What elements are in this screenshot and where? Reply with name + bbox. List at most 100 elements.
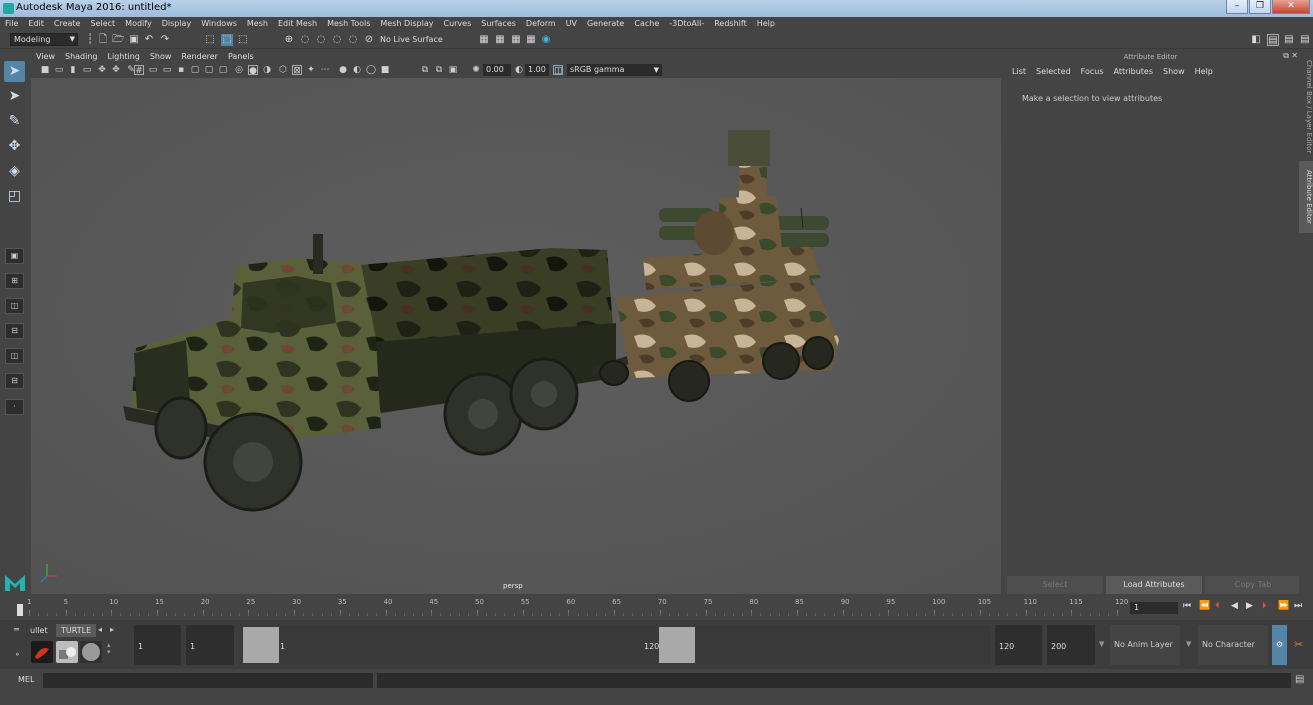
color-space-dropdown[interactable]: sRGB gamma ▼ xyxy=(567,64,662,76)
ae-menu-help[interactable]: Help xyxy=(1190,66,1218,78)
wireframe-on-shaded-icon[interactable]: ◑ xyxy=(262,65,272,75)
menu-edit-mesh[interactable]: Edit Mesh xyxy=(273,17,322,31)
xray-components-icon[interactable]: ▣ xyxy=(448,65,458,75)
render-settings-icon[interactable]: ▦ xyxy=(510,34,522,46)
turtle-bake-icon[interactable] xyxy=(56,641,78,663)
menu-file[interactable]: File xyxy=(0,17,23,31)
menu-mesh-display[interactable]: Mesh Display xyxy=(375,17,438,31)
menu-curves[interactable]: Curves xyxy=(438,17,476,31)
tab-channel-box[interactable]: Channel Box / Layer Editor xyxy=(1299,57,1313,157)
tool-settings-icon[interactable]: ▤ xyxy=(1283,34,1295,46)
isolate-select-icon[interactable]: ■ xyxy=(380,65,390,75)
menu-generate[interactable]: Generate xyxy=(582,17,629,31)
pan-zoom-icon[interactable]: ✥ xyxy=(111,65,121,75)
panel-menu-panels[interactable]: Panels xyxy=(223,51,259,63)
hypershade-persp-layout-icon[interactable]: ◫ xyxy=(5,348,24,364)
menu-mesh[interactable]: Mesh xyxy=(242,17,273,31)
menu-3dtoall[interactable]: -3DtoAll- xyxy=(664,17,709,31)
ae-menu-list[interactable]: List xyxy=(1007,66,1031,78)
use-all-lights-icon[interactable]: ⊠ xyxy=(292,65,302,76)
channel-box-icon[interactable]: ▤ xyxy=(1299,34,1311,46)
time-slider[interactable]: 1 5 10 15 20 25 30 35 40 45 50 55 60 65 70 75 80 85 90 95 10… xyxy=(26,598,1128,618)
bookmark-icon[interactable]: ▮ xyxy=(68,65,78,75)
mel-python-toggle[interactable]: MEL xyxy=(18,675,34,684)
snap-point-icon[interactable]: ◌ xyxy=(315,34,327,46)
shelf-options-icon[interactable]: ⚬ xyxy=(14,650,21,659)
field-chart-icon[interactable]: ▢ xyxy=(190,65,200,75)
show-grid-icon[interactable]: # xyxy=(134,65,144,76)
gate-mask-icon[interactable]: ▪ xyxy=(176,65,186,75)
play-forwards-icon[interactable]: ▶ xyxy=(1246,601,1253,611)
snap-live-icon[interactable]: ◌ xyxy=(347,34,359,46)
range-end-handle[interactable] xyxy=(659,627,695,663)
ae-menu-selected[interactable]: Selected xyxy=(1031,66,1076,78)
panel-menu-shading[interactable]: Shading xyxy=(60,51,103,63)
anim-layer-dropdown[interactable]: No Anim Layer xyxy=(1110,625,1180,665)
redo-icon[interactable]: ↷ xyxy=(159,34,171,46)
turtle-render-icon[interactable] xyxy=(31,641,53,663)
close-icon[interactable]: ✕ xyxy=(1291,51,1298,60)
close-button[interactable]: ✕ xyxy=(1272,0,1310,14)
depth-of-field-icon[interactable]: ◯ xyxy=(366,65,376,75)
select-object-icon[interactable]: ⬚ xyxy=(221,34,233,46)
four-view-layout-icon[interactable]: ⊞ xyxy=(5,273,24,289)
hypershade-icon[interactable]: ▦ xyxy=(525,34,537,46)
film-gate-icon[interactable]: ▭ xyxy=(148,65,158,75)
panel-menu-lighting[interactable]: Lighting xyxy=(102,51,144,63)
tab-attribute-editor[interactable]: Attribute Editor xyxy=(1299,161,1313,233)
playback-end-field[interactable]: 120 xyxy=(995,625,1042,665)
grid-icon[interactable]: ✥ xyxy=(97,65,107,75)
ae-menu-show[interactable]: Show xyxy=(1158,66,1190,78)
xray-icon[interactable]: ⧉ xyxy=(420,65,430,75)
script-editor-icon[interactable]: ▤ xyxy=(1295,674,1304,685)
view-transform-icon[interactable]: ◫ xyxy=(553,65,563,76)
shelf-scroll-icon[interactable]: ▴ ▾ xyxy=(107,642,111,656)
menu-uv[interactable]: UV xyxy=(561,17,582,31)
safe-action-icon[interactable]: ▢ xyxy=(204,65,214,75)
menu-windows[interactable]: Windows xyxy=(196,17,242,31)
render-view-icon[interactable]: ◉ xyxy=(540,34,552,46)
step-forward-key-icon[interactable]: ⏩ xyxy=(1278,601,1289,611)
textured-icon[interactable]: ⬡ xyxy=(278,65,288,75)
modeling-toolkit-icon[interactable]: ◧ xyxy=(1250,34,1262,46)
panel-menu-show[interactable]: Show xyxy=(145,51,177,63)
maximize-button[interactable]: ❐ xyxy=(1249,0,1271,14)
undo-icon[interactable]: ↶ xyxy=(143,34,155,46)
anti-aliasing-icon[interactable]: ◐ xyxy=(352,65,362,75)
ae-menu-attributes[interactable]: Attributes xyxy=(1109,66,1159,78)
copy-tab-button[interactable]: Copy Tab xyxy=(1205,576,1301,594)
menuset-dropdown[interactable]: Modeling ▼ xyxy=(10,33,78,46)
menu-select[interactable]: Select xyxy=(85,17,120,31)
command-input[interactable] xyxy=(43,673,373,688)
menu-deform[interactable]: Deform xyxy=(521,17,561,31)
ipr-render-icon[interactable]: ▦ xyxy=(494,34,506,46)
step-back-frame-icon[interactable]: ⏴ xyxy=(1215,601,1220,611)
camera-icon[interactable]: ■ xyxy=(40,65,50,75)
lasso-tool-icon[interactable]: ➤ xyxy=(4,86,25,107)
scale-tool-icon[interactable]: ◰ xyxy=(4,186,25,207)
single-perspective-layout-icon[interactable]: ▣ xyxy=(5,248,24,264)
exposure-field[interactable]: 0.00 xyxy=(483,64,511,76)
menu-cache[interactable]: Cache xyxy=(629,17,664,31)
camera-attributes-icon[interactable]: ▭ xyxy=(54,65,64,75)
persp-uv-layout-icon[interactable]: ⊟ xyxy=(5,373,24,389)
menu-create[interactable]: Create xyxy=(49,17,86,31)
ambient-occlusion-icon[interactable]: ⋯ xyxy=(320,65,330,75)
make-live-icon[interactable]: ⊘ xyxy=(363,34,375,46)
select-component-icon[interactable]: ⬚ xyxy=(237,34,249,46)
float-icon[interactable]: ⧉ xyxy=(1283,51,1289,61)
select-tool-icon[interactable]: ➤ xyxy=(4,61,25,82)
shelf-next-icon[interactable]: ▸ xyxy=(110,625,114,634)
playback-start-field[interactable]: 1 xyxy=(186,625,234,665)
shelf-tab-turtle[interactable]: TURTLE xyxy=(56,624,97,637)
select-hierarchy-icon[interactable]: ⬚ xyxy=(204,34,216,46)
chevron-down-icon[interactable]: ▼ xyxy=(1186,640,1191,648)
rotate-tool-icon[interactable]: ◈ xyxy=(4,161,25,182)
shelf-tab-bullet[interactable]: ullet xyxy=(25,624,53,637)
shelf-menu-icon[interactable]: ═ xyxy=(14,625,19,634)
menu-mesh-tools[interactable]: Mesh Tools xyxy=(322,17,375,31)
custom-layout-icon[interactable]: · xyxy=(5,399,24,415)
current-frame-field[interactable]: 1 xyxy=(1130,602,1178,614)
menu-display[interactable]: Display xyxy=(157,17,197,31)
resolution-gate-icon[interactable]: ▭ xyxy=(162,65,172,75)
